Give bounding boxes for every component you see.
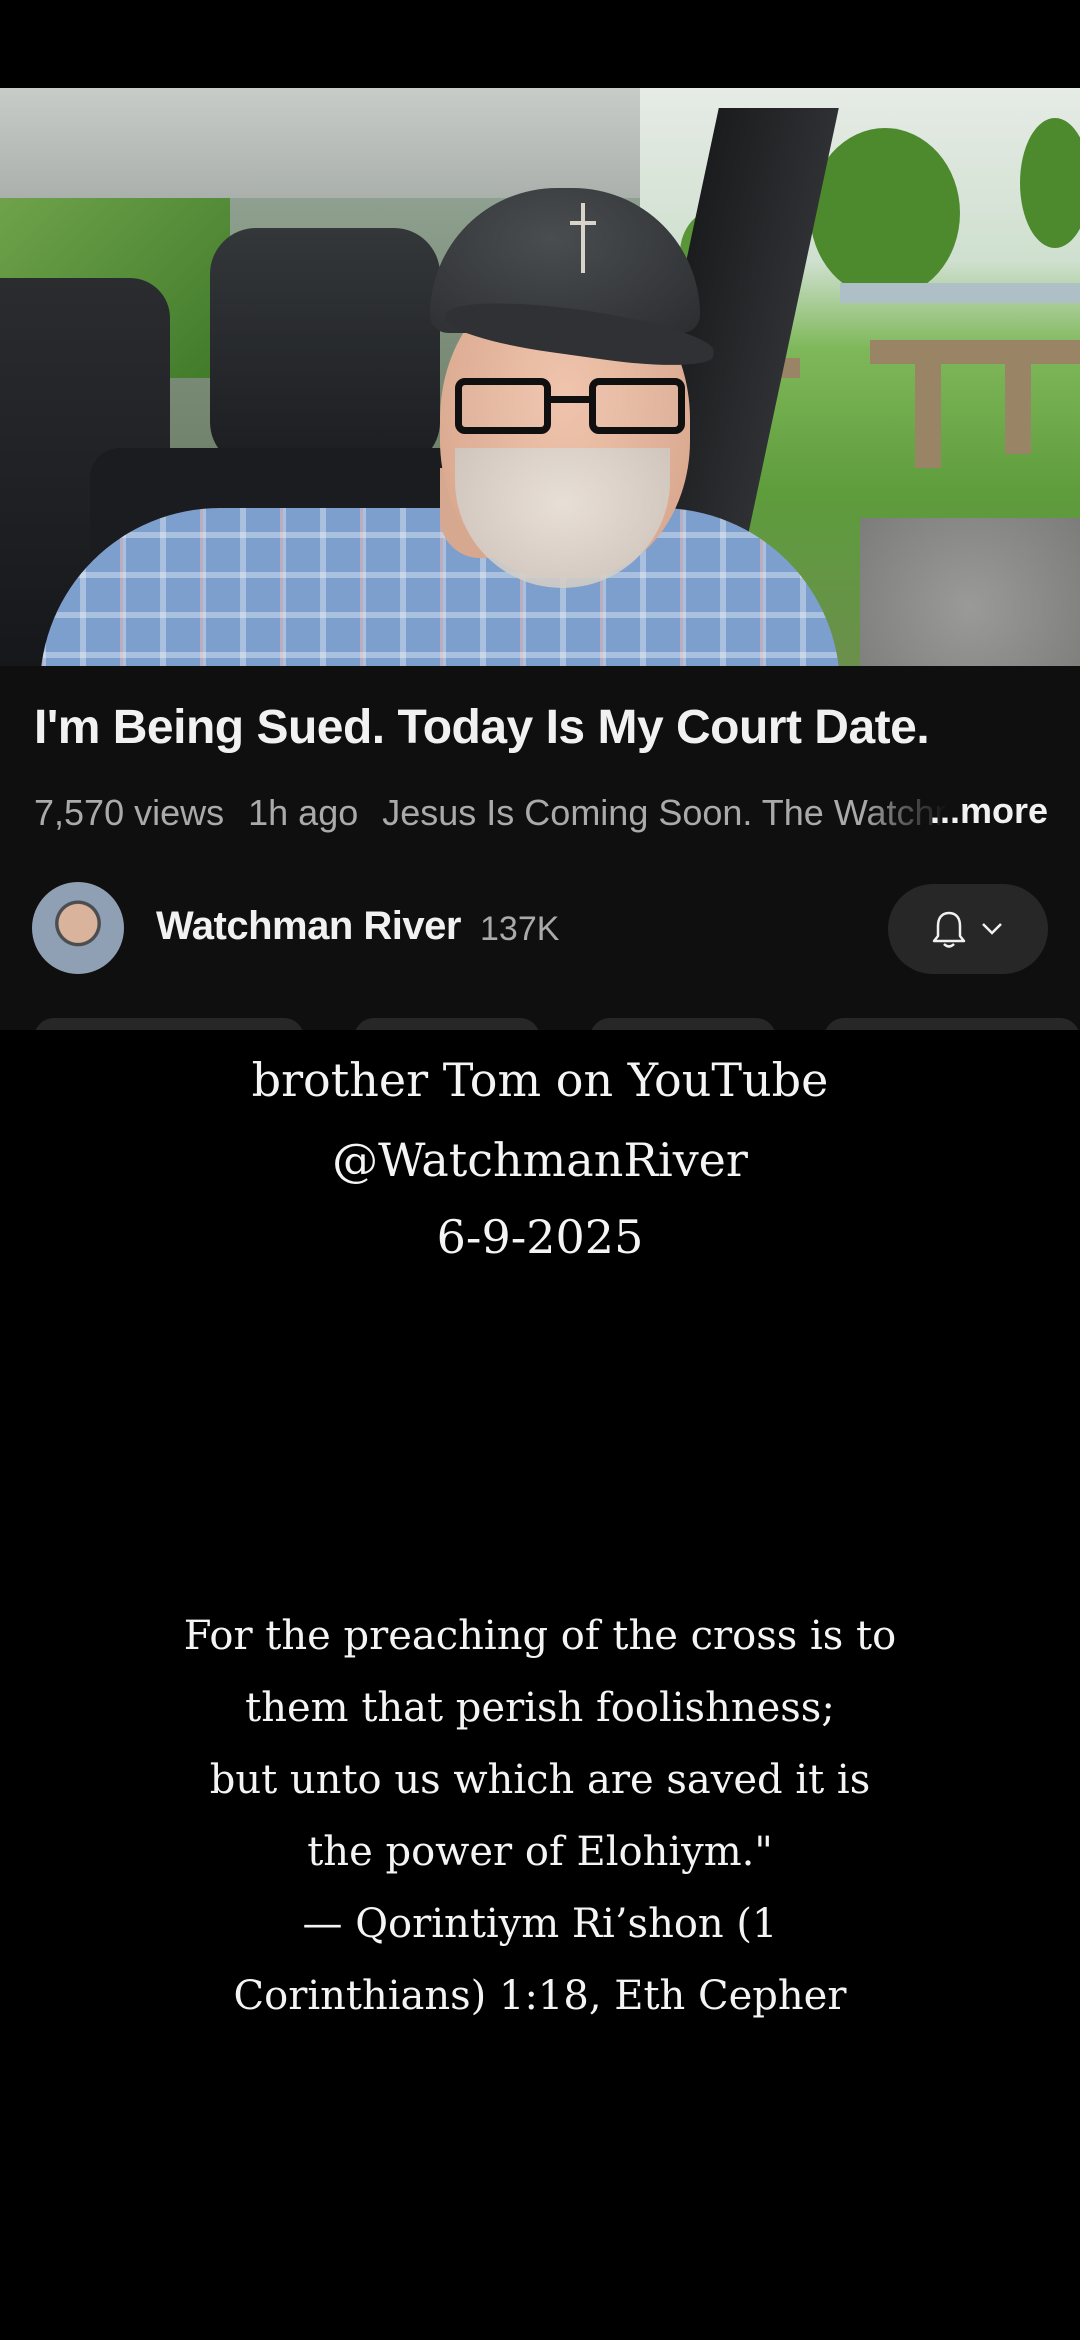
channel-avatar[interactable] xyxy=(32,882,124,974)
verse-quote: For the preaching of the cross is to the… xyxy=(0,1600,1080,2032)
verse-line: but unto us which are saved it is xyxy=(209,1757,871,1803)
bell-icon xyxy=(932,909,966,949)
video-thumbnail[interactable] xyxy=(0,88,1080,666)
video-meta[interactable]: 7,570 views 1h ago Jesus Is Coming Soon.… xyxy=(34,792,961,834)
upload-age: 1h ago xyxy=(248,792,359,833)
view-count: 7,570 views xyxy=(34,792,225,833)
action-chip[interactable] xyxy=(824,1018,1080,1030)
chevron-down-icon xyxy=(980,921,1004,937)
action-chip[interactable] xyxy=(354,1018,540,1030)
glasses xyxy=(455,378,695,438)
lake xyxy=(840,283,1080,303)
verse-line: them that perish foolishness; xyxy=(245,1685,835,1731)
headrest xyxy=(210,228,440,468)
caption-line-2: @WatchmanRiver xyxy=(332,1133,748,1187)
video-title[interactable]: I'm Being Sued. Today Is My Court Date. xyxy=(34,700,930,755)
verse-line: — Qorintiym Ri’shon (1 xyxy=(302,1901,778,1947)
plaid-shirt xyxy=(40,508,840,666)
gravel-path xyxy=(860,518,1080,666)
action-chip[interactable] xyxy=(590,1018,776,1030)
description-preview: Jesus Is Coming Soon. The Watchm xyxy=(382,792,948,833)
more-button[interactable]: ...more xyxy=(930,790,1048,832)
notification-bell-button[interactable] xyxy=(888,884,1048,974)
verse-line: For the preaching of the cross is to xyxy=(183,1613,897,1659)
cross-icon xyxy=(570,203,596,273)
verse-line: the power of Elohiym." xyxy=(307,1829,773,1875)
action-chip[interactable] xyxy=(34,1018,304,1030)
fence xyxy=(870,340,1080,364)
subscriber-count: 137K xyxy=(480,910,560,948)
caption-line-1: brother Tom on YouTube xyxy=(251,1053,829,1107)
caption-line-3: 6-9-2025 xyxy=(436,1210,644,1264)
action-chips-row xyxy=(0,1018,1080,1030)
verse-line: Corinthians) 1:18, Eth Cepher xyxy=(233,1973,847,2019)
channel-name[interactable]: Watchman River xyxy=(156,904,461,949)
